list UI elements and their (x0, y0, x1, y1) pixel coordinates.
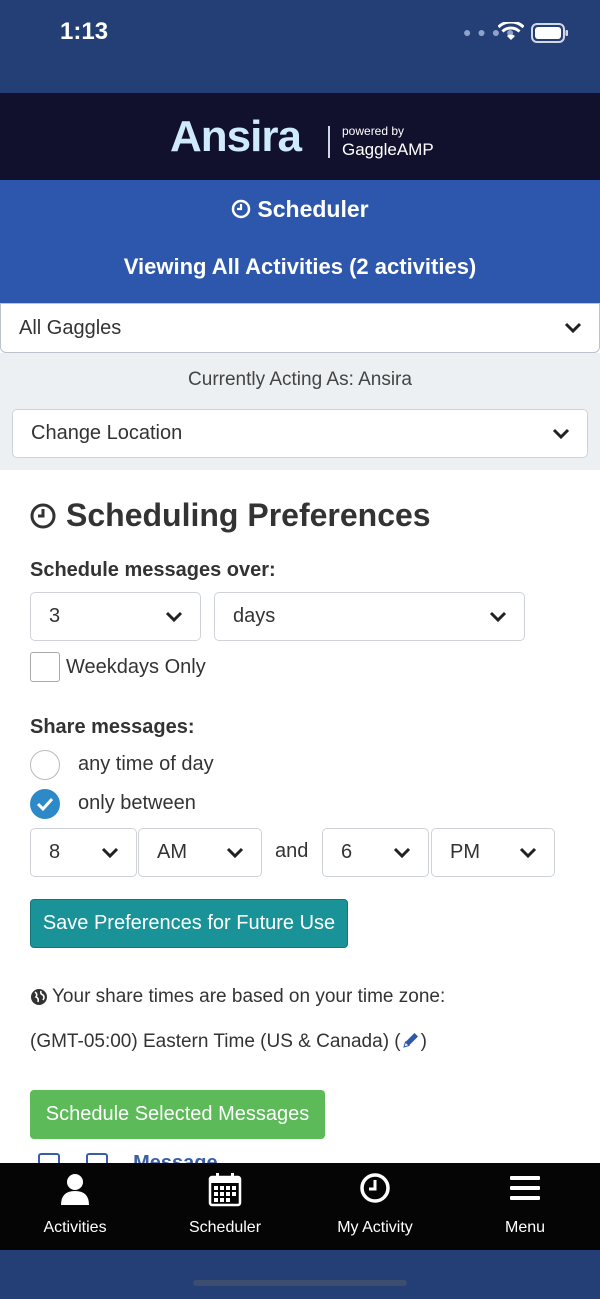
end-ampm-select[interactable]: PM (431, 828, 555, 877)
viewing-summary: Viewing All Activities (2 activities) (123, 254, 477, 279)
schedule-unit-value: days (233, 605, 276, 627)
location-select[interactable]: Change Location (12, 409, 588, 458)
brand-logo: Ansira (170, 112, 302, 161)
calendar-icon (208, 1173, 242, 1207)
schedule-unit-select[interactable]: days (214, 592, 525, 641)
chevron-down-icon (564, 322, 582, 334)
schedule-count-select[interactable]: 3 (30, 592, 201, 641)
weekdays-only-checkbox[interactable] (30, 652, 60, 682)
powered-by-text: powered by (342, 124, 405, 138)
partner-logo: GaggleAMP (342, 140, 434, 159)
hamburger-icon (510, 1176, 540, 1200)
schedule-selected-button[interactable]: Schedule Selected Messages (30, 1090, 325, 1139)
preferences-heading-text: Scheduling Preferences (66, 497, 431, 533)
chevron-down-icon (489, 611, 507, 622)
start-hour-value: 8 (49, 841, 61, 863)
timezone-value: (GMT-05:00) Eastern Time (US & Canada) (… (30, 1030, 427, 1053)
chevron-down-icon (552, 428, 570, 439)
clock-icon (360, 1173, 390, 1203)
preferences-heading: Scheduling Preferences (30, 497, 431, 534)
home-indicator[interactable] (193, 1280, 407, 1286)
tab-my-activity[interactable]: My Activity (300, 1163, 450, 1250)
status-time: 1:13 (60, 18, 109, 45)
battery-icon (531, 23, 568, 43)
end-hour-select[interactable]: 6 (322, 828, 429, 877)
chevron-down-icon (226, 847, 244, 858)
chevron-down-icon (519, 847, 537, 858)
weekdays-only-label[interactable]: Weekdays Only (66, 656, 206, 679)
end-hour-value: 6 (341, 841, 353, 863)
share-messages-label: Share messages: (30, 716, 195, 738)
tab-menu-label: Menu (504, 1219, 546, 1236)
page-title: Scheduler (0, 196, 600, 223)
chevron-down-icon (393, 847, 411, 858)
tab-my-activity-label: My Activity (337, 1219, 413, 1236)
timezone-close-paren: ) (420, 1031, 427, 1052)
tab-scheduler[interactable]: Scheduler (150, 1163, 300, 1250)
timezone-value-text: (GMT-05:00) Eastern Time (US & Canada) ( (30, 1031, 401, 1052)
globe-icon (31, 989, 47, 1005)
schedule-count-value: 3 (49, 605, 61, 627)
home-indicator-area (0, 1250, 600, 1299)
any-time-label[interactable]: any time of day (78, 753, 214, 776)
acting-as-text: Currently Acting As: Ansira (188, 369, 412, 390)
person-icon (61, 1174, 89, 1205)
wifi-icon (498, 22, 524, 40)
any-time-radio[interactable] (30, 750, 60, 780)
and-label: and (275, 840, 309, 862)
brand-divider (328, 126, 330, 158)
location-select-value: Change Location (31, 422, 183, 444)
end-ampm-value: PM (450, 841, 480, 863)
tab-scheduler-label: Scheduler (188, 1219, 262, 1236)
gaggle-select[interactable]: All Gaggles (0, 303, 600, 353)
pencil-edit-icon[interactable] (401, 1030, 421, 1050)
only-between-label[interactable]: only between (78, 792, 196, 815)
tab-menu[interactable]: Menu (450, 1163, 600, 1250)
clock-icon (232, 199, 251, 219)
timezone-note: Your share times are based on your time … (30, 986, 445, 1008)
clock-icon (30, 503, 56, 528)
only-between-radio[interactable] (30, 789, 60, 819)
chevron-down-icon (165, 611, 183, 622)
start-ampm-value: AM (157, 841, 187, 863)
checkmark-icon (36, 797, 54, 812)
schedule-over-label: Schedule messages over: (30, 559, 276, 581)
start-ampm-select[interactable]: AM (138, 828, 262, 877)
gaggle-select-value: All Gaggles (19, 316, 122, 339)
timezone-note-text: Your share times are based on your time … (52, 986, 446, 1007)
page-title-text: Scheduler (257, 196, 369, 222)
save-preferences-button[interactable]: Save Preferences for Future Use (30, 899, 348, 948)
chevron-down-icon (101, 847, 119, 858)
tab-activities-label: Activities (43, 1219, 107, 1236)
start-hour-select[interactable]: 8 (30, 828, 137, 877)
tab-activities[interactable]: Activities (0, 1163, 150, 1250)
status-bar (0, 0, 600, 93)
